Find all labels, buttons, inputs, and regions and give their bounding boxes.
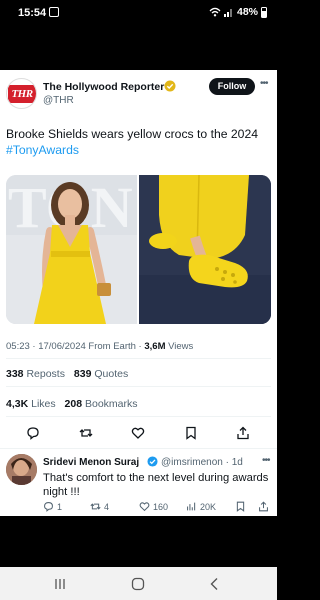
android-nav-bar [0, 567, 277, 600]
battery-percent: 48% [236, 6, 258, 18]
reply-avatar[interactable] [6, 454, 37, 485]
reply-repost-action[interactable]: 4 [90, 501, 109, 512]
divider [6, 386, 271, 387]
reply-author-name[interactable]: Sridevi Menon Suraj [43, 457, 139, 468]
crocs-photo-illustration [139, 175, 271, 324]
verified-badge-icon [164, 80, 176, 92]
reply-share-action[interactable] [258, 501, 269, 512]
divider [6, 358, 271, 359]
reply-repost-icon[interactable] [90, 501, 101, 512]
reply-avatar-image [6, 454, 37, 485]
author-handle[interactable]: @THR [43, 95, 74, 106]
like-icon[interactable] [131, 426, 145, 440]
reposts-quotes-row: 338 Reposts 839 Quotes [6, 368, 128, 380]
reply-action-bar: 1 4 160 20K [0, 501, 277, 517]
hashtag-link[interactable]: #TonyAwards [6, 142, 268, 158]
wifi-icon [209, 7, 221, 17]
home-icon[interactable] [130, 576, 146, 592]
author-name[interactable]: The Hollywood Reporter [43, 81, 164, 93]
reply-like-action[interactable]: 160 [139, 501, 168, 512]
message-icon [49, 7, 59, 17]
status-bar: 15:54 48% [0, 0, 277, 26]
reposts-stat[interactable]: 338 Reposts [6, 368, 65, 380]
recent-apps-icon[interactable] [52, 576, 68, 592]
reply-bookmark-action[interactable] [235, 501, 246, 512]
tweet-card[interactable]: THR The Hollywood Reporter @THR Follow •… [0, 70, 277, 516]
reply-icon[interactable] [26, 426, 40, 440]
divider [6, 416, 271, 417]
back-icon[interactable] [207, 576, 223, 592]
status-right-group: 48% [209, 6, 267, 18]
status-time: 15:54 [18, 7, 47, 19]
media-photo-dress[interactable]: TON [6, 175, 137, 324]
reply-views-action[interactable]: 20K [186, 501, 216, 512]
dress-photo-illustration: TON [6, 175, 137, 324]
author-avatar[interactable]: THR [6, 78, 37, 109]
tweet-metadata: 05:23 · 17/06/2024 From Earth · 3,6M Vie… [6, 341, 193, 352]
divider [0, 448, 277, 449]
tweet-timestamp: 05:23 · 17/06/2024 From Earth · [6, 341, 145, 352]
reply-verified-badge-icon [147, 456, 158, 467]
reply-share-icon[interactable] [258, 501, 269, 512]
likes-bookmarks-row: 4,3K Likes 208 Bookmarks [6, 398, 138, 410]
reply-view-count: 20K [200, 501, 217, 512]
reply-like-icon[interactable] [139, 501, 150, 512]
more-options-icon[interactable]: ••• [260, 78, 268, 89]
reply-views-icon[interactable] [186, 501, 197, 512]
quotes-stat[interactable]: 839 Quotes [74, 368, 128, 380]
tweet-body: Brooke Shields wears yellow crocs to the… [6, 127, 259, 141]
share-icon[interactable] [236, 426, 250, 440]
reply-repost-count: 4 [104, 501, 110, 512]
reply-reply-icon[interactable] [43, 501, 54, 512]
reply-like-count: 160 [153, 501, 169, 512]
media-photo-crocs[interactable] [139, 175, 271, 324]
likes-stat[interactable]: 4,3K Likes [6, 398, 56, 410]
bookmarks-stat[interactable]: 208 Bookmarks [65, 398, 138, 410]
reply-reply-count: 1 [57, 501, 63, 512]
views-count: 3,6M [144, 341, 166, 352]
thr-logo: THR [8, 85, 36, 103]
views-label: Views [165, 341, 194, 352]
reply-more-options-icon[interactable]: ••• [262, 455, 270, 466]
battery-icon [261, 6, 267, 18]
reply-text: That's comfort to the next level during … [43, 472, 269, 498]
bookmark-icon[interactable] [184, 426, 198, 440]
follow-button[interactable]: Follow [209, 78, 255, 95]
signal-icon [223, 9, 232, 17]
reply-reply-action[interactable]: 1 [43, 501, 62, 512]
tweet-action-bar [0, 424, 277, 444]
reply-author-handle[interactable]: @imsrimenon · 1d [161, 457, 243, 468]
reply-bookmark-icon[interactable] [235, 501, 246, 512]
tweet-text: Brooke Shields wears yellow crocs to the… [6, 126, 268, 158]
repost-icon[interactable] [79, 426, 93, 440]
